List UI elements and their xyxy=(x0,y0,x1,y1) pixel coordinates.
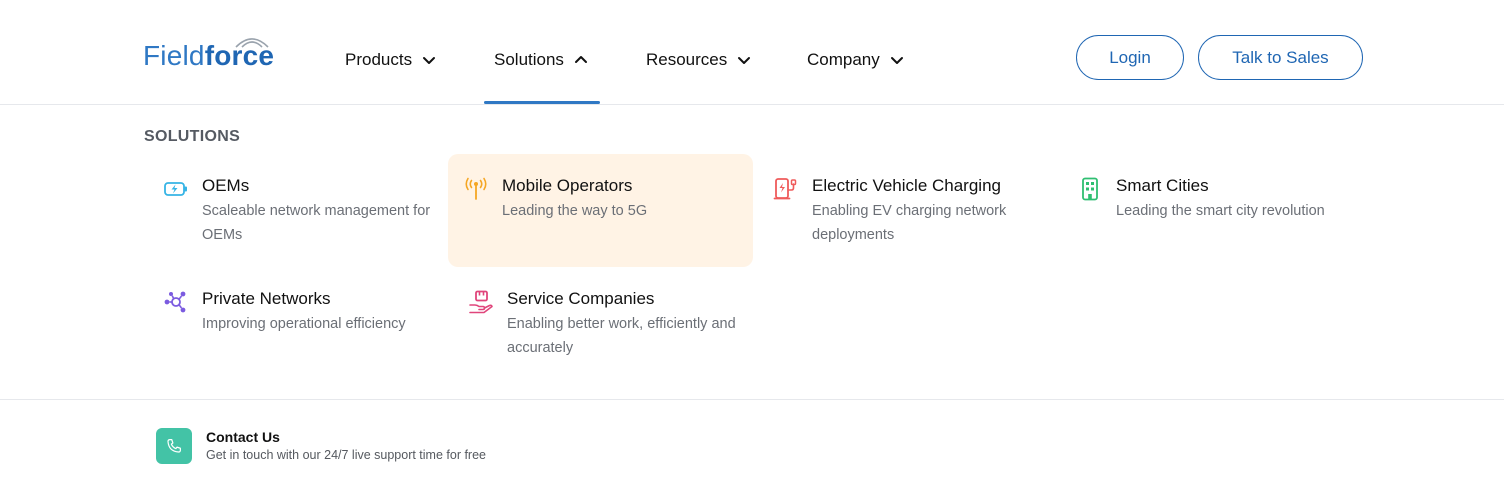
nav-company[interactable]: Company xyxy=(807,48,904,72)
solution-description: Scaleable network management for OEMs xyxy=(202,203,431,243)
nav-label: Resources xyxy=(646,50,728,69)
network-nodes-icon xyxy=(164,291,186,313)
solution-item-mobile-operators[interactable]: Mobile Operators Leading the way to 5G xyxy=(448,154,753,267)
nav-label: Company xyxy=(807,50,880,69)
active-nav-indicator xyxy=(484,101,600,104)
logo-force: force xyxy=(204,40,275,71)
contact-title: Contact Us xyxy=(206,429,280,445)
phone-icon-badge xyxy=(156,428,192,464)
solution-item-service-companies[interactable]: Service Companies Enabling better work, … xyxy=(453,267,758,380)
solution-title: Mobile Operators xyxy=(502,176,633,195)
solution-item-smart-cities[interactable]: Smart Cities Leading the smart city revo… xyxy=(1062,154,1367,267)
nav-label: Products xyxy=(345,50,413,69)
solution-title: Service Companies xyxy=(507,289,655,308)
logo-field: Field xyxy=(143,40,205,71)
ev-charger-icon xyxy=(773,178,797,200)
service-hand-icon xyxy=(469,290,493,314)
nav-resources[interactable]: Resources xyxy=(646,48,751,72)
phone-icon xyxy=(167,439,181,453)
solution-description: Enabling EV charging network deployments xyxy=(812,203,1007,243)
solution-title: Private Networks xyxy=(202,289,331,308)
contact-description: Get in touch with our 24/7 live support … xyxy=(206,448,486,462)
solution-title: OEMs xyxy=(202,176,250,195)
building-icon xyxy=(1082,177,1098,201)
solutions-heading: SOLUTIONS xyxy=(144,128,241,145)
site-header: Fieldforce Products Solutions Resources … xyxy=(0,0,1504,105)
footer-divider xyxy=(0,399,1504,400)
solution-description: Leading the way to 5G xyxy=(502,203,648,219)
nav-label: Solutions xyxy=(494,50,564,69)
chevron-down-icon xyxy=(890,57,903,64)
contact-us-link[interactable]: Contact Us Get in touch with our 24/7 li… xyxy=(156,428,576,468)
solution-item-ev-charging[interactable]: Electric Vehicle Charging Enabling EV ch… xyxy=(758,154,1063,267)
battery-charging-icon xyxy=(164,182,187,196)
talk-to-sales-button[interactable]: Talk to Sales xyxy=(1198,35,1363,80)
chevron-down-icon xyxy=(423,57,436,64)
nav-products[interactable]: Products xyxy=(345,48,436,72)
fieldforce-logo[interactable]: Fieldforce xyxy=(143,34,283,74)
logo-text: Fieldforce xyxy=(143,40,274,72)
antenna-icon xyxy=(465,177,487,200)
chevron-down-icon xyxy=(738,57,751,64)
solution-item-oems[interactable]: OEMs Scaleable network management for OE… xyxy=(148,154,453,267)
solution-description: Enabling better work, efficiently and ac… xyxy=(507,316,736,356)
solution-item-private-networks[interactable]: Private Networks Improving operational e… xyxy=(148,267,453,380)
solution-title: Smart Cities xyxy=(1116,176,1209,195)
solution-title: Electric Vehicle Charging xyxy=(812,176,1001,195)
solution-description: Leading the smart city revolution xyxy=(1116,203,1325,219)
chevron-up-icon xyxy=(574,56,587,63)
solution-description: Improving operational efficiency xyxy=(202,316,406,332)
login-button[interactable]: Login xyxy=(1076,35,1184,80)
nav-solutions[interactable]: Solutions xyxy=(494,48,588,72)
